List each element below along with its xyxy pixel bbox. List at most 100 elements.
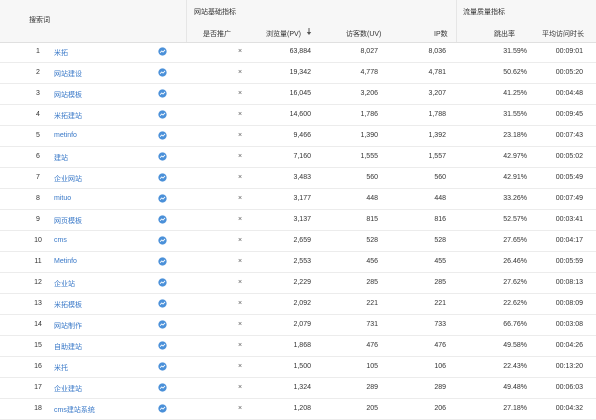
compare-trend-icon[interactable] (158, 320, 167, 329)
column-header-ip[interactable]: IP数 (434, 29, 448, 39)
table-row: 6 建站 × 7,160 1,555 1,557 42.97% 00:05:02 (0, 147, 596, 168)
bounce-rate-value: 26.46% (503, 258, 527, 265)
promotion-value: × (238, 153, 243, 160)
ip-value: 8,036 (428, 48, 446, 55)
compare-trend-icon[interactable] (158, 299, 167, 308)
pv-value: 2,092 (293, 300, 311, 307)
keyword-link[interactable]: 米托 (54, 363, 68, 373)
keyword-link[interactable]: 网站模板 (54, 90, 82, 100)
uv-value: 205 (366, 405, 378, 412)
compare-trend-icon[interactable] (158, 68, 167, 77)
keyword-link[interactable]: mituo (54, 195, 71, 202)
keyword-link[interactable]: 米拓建站 (54, 111, 82, 121)
uv-value: 221 (366, 300, 378, 307)
uv-value: 528 (366, 237, 378, 244)
keyword-link[interactable]: 米拓 (54, 48, 68, 58)
row-index: 15 (34, 342, 42, 349)
compare-trend-icon[interactable] (158, 89, 167, 98)
table-row: 13 米拓模板 × 2,092 221 221 22.62% 00:08:09 (0, 294, 596, 315)
promotion-value: × (238, 69, 243, 76)
uv-value: 289 (366, 384, 378, 391)
compare-trend-icon[interactable] (158, 47, 167, 56)
avg-time-value: 00:04:26 (555, 342, 583, 349)
ip-value: 448 (434, 195, 446, 202)
avg-time-value: 00:04:17 (555, 237, 583, 244)
column-header-uv[interactable]: 访客数(UV) (346, 29, 381, 39)
compare-trend-icon[interactable] (158, 341, 167, 350)
pv-value: 2,229 (293, 279, 311, 286)
bounce-rate-value: 23.18% (503, 132, 527, 139)
keyword-link[interactable]: 米拓模板 (54, 300, 82, 310)
promotion-value: × (238, 174, 243, 181)
uv-value: 105 (366, 363, 378, 370)
keyword-link[interactable]: 网站建设 (54, 69, 82, 79)
row-index: 11 (34, 258, 42, 265)
compare-trend-icon[interactable] (158, 362, 167, 371)
keyword-link[interactable]: 网站制作 (54, 321, 82, 331)
column-header-bounce-rate[interactable]: 跳出率 (494, 29, 515, 39)
pv-value: 7,160 (293, 153, 311, 160)
keyword-link[interactable]: 自助建站 (54, 342, 82, 352)
bounce-rate-value: 27.65% (503, 237, 527, 244)
ip-value: 206 (434, 405, 446, 412)
row-index: 7 (36, 174, 40, 181)
bounce-rate-value: 22.43% (503, 363, 527, 370)
promotion-value: × (238, 237, 243, 244)
compare-trend-icon[interactable] (158, 383, 167, 392)
table-row: 8 mituo × 3,177 448 448 33.26% 00:07:49 (0, 189, 596, 210)
compare-trend-icon[interactable] (158, 194, 167, 203)
bounce-rate-value: 33.26% (503, 195, 527, 202)
avg-time-value: 00:13:20 (555, 363, 583, 370)
table-body: 1 米拓 × 63,884 8,027 8,036 31.59% 00:09:01 2 网站建设 ×… (0, 42, 596, 420)
promotion-value: × (238, 90, 243, 97)
compare-trend-icon[interactable] (158, 215, 167, 224)
row-index: 16 (34, 363, 42, 370)
avg-time-value: 00:03:08 (555, 321, 583, 328)
keyword-link[interactable]: 建站 (54, 153, 68, 163)
keyword-link[interactable]: metinfo (54, 132, 77, 139)
table-row: 14 网站制作 × 2,079 731 733 66.76% 00:03:08 (0, 315, 596, 336)
keyword-link[interactable]: cms建站系统 (54, 405, 95, 415)
bounce-rate-value: 27.18% (503, 405, 527, 412)
column-header-keyword-label: 搜索词 (29, 17, 50, 24)
table-row: 1 米拓 × 63,884 8,027 8,036 31.59% 00:09:01 (0, 42, 596, 63)
row-index: 12 (34, 279, 42, 286)
uv-value: 285 (366, 279, 378, 286)
avg-time-value: 00:04:32 (555, 405, 583, 412)
compare-trend-icon[interactable] (158, 110, 167, 119)
compare-trend-icon[interactable] (158, 152, 167, 161)
pv-value: 9,466 (293, 132, 311, 139)
keyword-link[interactable]: Metinfo (54, 258, 77, 265)
bounce-rate-value: 42.91% (503, 174, 527, 181)
bounce-rate-value: 49.58% (503, 342, 527, 349)
compare-trend-icon[interactable] (158, 278, 167, 287)
bounce-rate-value: 31.55% (503, 111, 527, 118)
ip-value: 733 (434, 321, 446, 328)
compare-trend-icon[interactable] (158, 404, 167, 413)
avg-time-value: 00:05:20 (555, 69, 583, 76)
compare-trend-icon[interactable] (158, 131, 167, 140)
keyword-link[interactable]: cms (54, 237, 67, 244)
keyword-link[interactable]: 企业站 (54, 279, 75, 289)
column-header-avg-time[interactable]: 平均访问时长 (542, 29, 584, 39)
bounce-rate-value: 66.76% (503, 321, 527, 328)
promotion-value: × (238, 111, 243, 118)
column-header-pv[interactable]: 浏览量(PV) (266, 29, 301, 39)
keyword-link[interactable]: 企业建站 (54, 384, 82, 394)
row-index: 10 (34, 237, 42, 244)
sort-desc-icon[interactable] (306, 28, 312, 36)
bounce-rate-value: 27.62% (503, 279, 527, 286)
keyword-link[interactable]: 网页模板 (54, 216, 82, 226)
compare-trend-icon[interactable] (158, 257, 167, 266)
promotion-value: × (238, 300, 243, 307)
pv-value: 1,324 (293, 384, 311, 391)
row-index: 6 (36, 153, 40, 160)
pv-value: 3,483 (293, 174, 311, 181)
row-index: 8 (36, 195, 40, 202)
compare-trend-icon[interactable] (158, 173, 167, 182)
uv-value: 560 (366, 174, 378, 181)
bounce-rate-value: 42.97% (503, 153, 527, 160)
column-header-promotion[interactable]: 是否推广 (203, 29, 231, 39)
compare-trend-icon[interactable] (158, 236, 167, 245)
keyword-link[interactable]: 企业网站 (54, 174, 82, 184)
